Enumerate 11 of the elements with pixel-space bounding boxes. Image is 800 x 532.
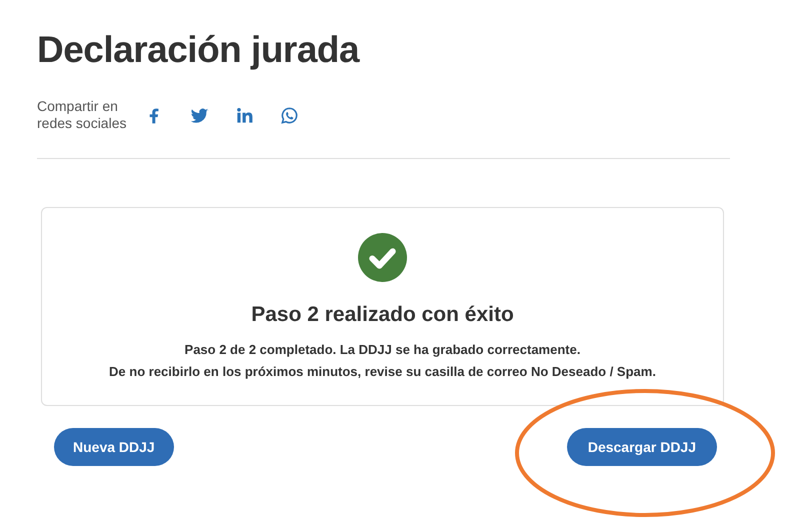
check-circle-icon xyxy=(358,233,407,282)
chat-bubble-icon[interactable] xyxy=(280,106,298,124)
page-title: Declaración jurada xyxy=(37,28,360,72)
linkedin-icon[interactable] xyxy=(234,106,254,124)
message-text: Paso 2 de 2 completado. La DDJJ se ha grabado correctamente. xyxy=(184,341,580,359)
new-button[interactable]: Nueva DDJJ xyxy=(54,428,174,466)
share-label: Compartir en redes sociales xyxy=(37,98,126,132)
message-text: De no recibirlo en los próximos minutos, revise su casilla de correo No Deseado / Spam. xyxy=(109,363,656,381)
bird-icon[interactable] xyxy=(190,106,208,124)
download-button[interactable]: Descargar DDJJ xyxy=(566,428,717,466)
result-heading: Paso 2 realizado con éxito xyxy=(251,302,514,328)
